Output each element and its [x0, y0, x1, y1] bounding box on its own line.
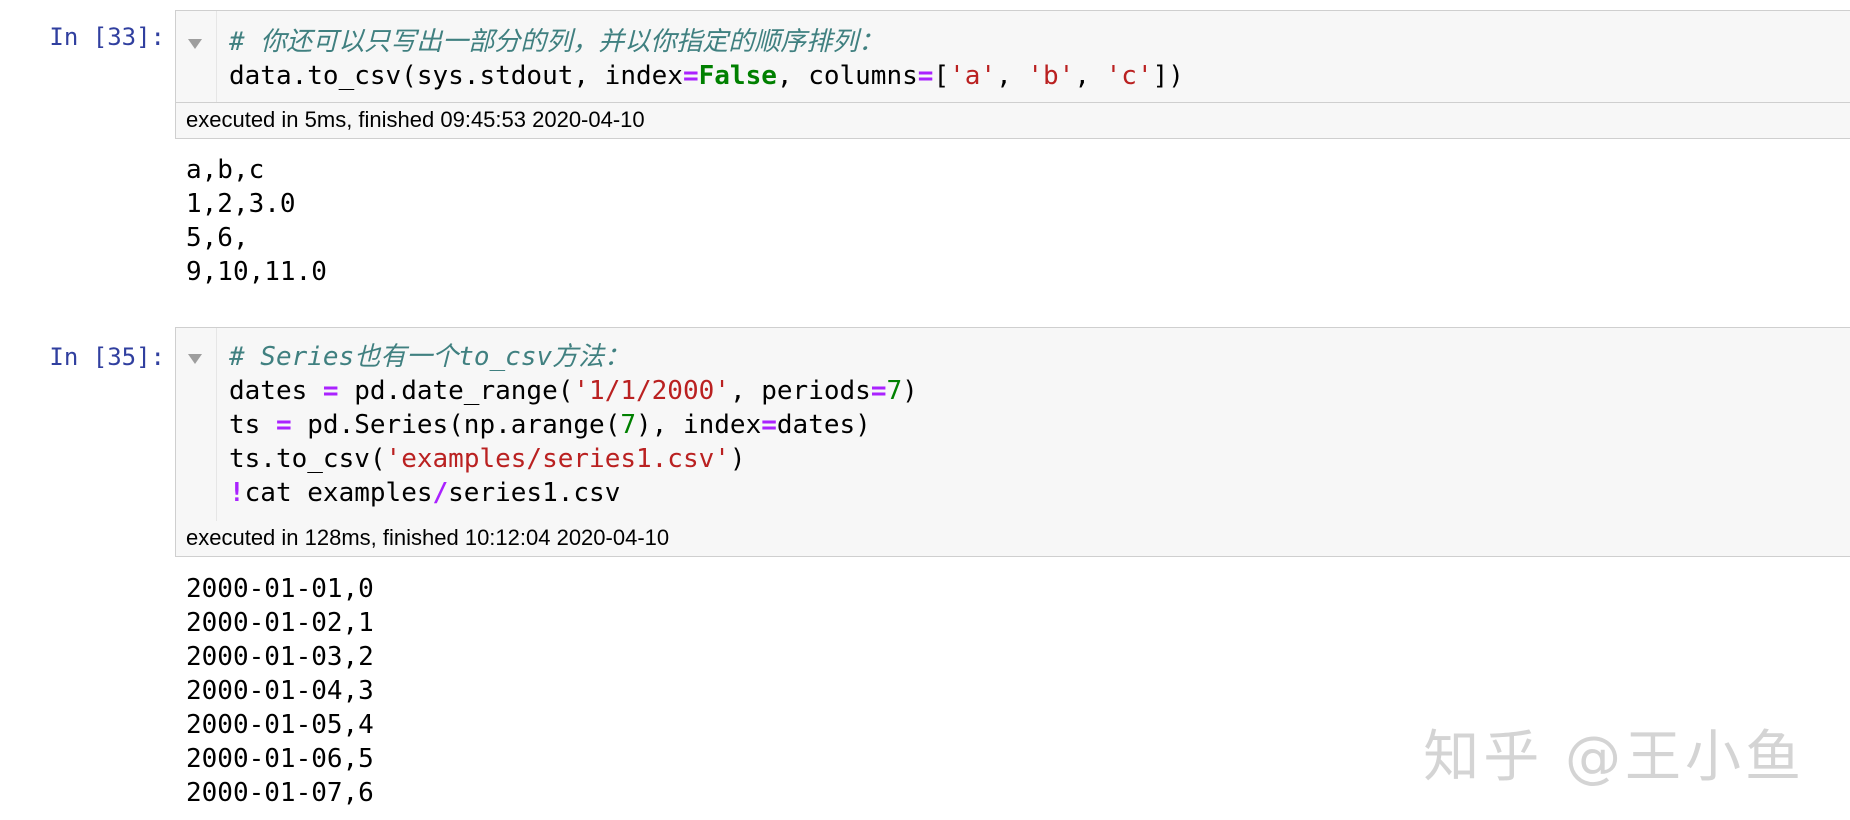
code-token: # Series也有一个to_csv方法：: [229, 342, 631, 372]
code-token: , periods: [729, 376, 871, 406]
code-token: =: [275, 410, 292, 440]
code-token: dates: [229, 376, 323, 406]
code-token: 'examples/series1.csv': [385, 444, 730, 474]
output-line: 1,2,3.0: [186, 189, 296, 219]
cell-output: a,b,c 1,2,3.0 5,6, 9,10,11.0: [186, 153, 327, 289]
code-token: ), index: [636, 410, 762, 440]
output-line: 2000-01-06,5: [186, 744, 374, 774]
code-token: cat examples: [244, 478, 433, 508]
output-line: 2000-01-04,3: [186, 676, 374, 706]
code-token: ,: [996, 61, 1028, 91]
input-prompt: In [33]:: [49, 23, 165, 51]
code-token: [: [933, 61, 950, 91]
code-token: 'c': [1105, 61, 1153, 91]
output-line: 2000-01-07,6: [186, 778, 374, 808]
code-input-area[interactable]: # 你还可以只写出一部分的列，并以你指定的顺序排列： data.to_csv(sy…: [175, 10, 1850, 103]
code-token: /: [432, 478, 449, 508]
code-token: ): [902, 376, 918, 406]
cell-output: 2000-01-01,0 2000-01-02,1 2000-01-03,2 2000…: [186, 572, 374, 810]
collapse-arrow-icon[interactable]: [188, 354, 202, 364]
code-token: dates): [776, 410, 871, 440]
code-editor[interactable]: # 你还可以只写出一部分的列，并以你指定的顺序排列： data.to_csv(sy…: [229, 25, 1184, 93]
code-token: 'b': [1027, 61, 1075, 91]
code-token: 7: [620, 410, 637, 440]
code-line: dates = pd.date_range('1/1/2000', period…: [229, 374, 918, 408]
output-line: 5,6,: [186, 223, 249, 253]
code-token: =: [682, 61, 699, 91]
output-line: 2000-01-01,0: [186, 574, 374, 604]
execution-info: executed in 128ms, finished 10:12:04 202…: [175, 521, 1850, 557]
execution-info: executed in 5ms, finished 09:45:53 2020-…: [175, 103, 1850, 139]
code-token: # 你还可以只写出一部分的列，并以你指定的顺序排列：: [229, 27, 885, 57]
code-token: 7: [886, 376, 903, 406]
code-editor[interactable]: # Series也有一个to_csv方法： dates = pd.date_ran…: [229, 340, 918, 510]
code-line: data.to_csv(sys.stdout, index=False, col…: [229, 59, 1184, 93]
code-token: pd.Series(np.arange(: [291, 410, 621, 440]
code-line: ts.to_csv('examples/series1.csv'): [229, 442, 918, 476]
code-token: !: [229, 478, 245, 508]
fold-gutter: [176, 328, 217, 521]
code-token: =: [917, 61, 934, 91]
code-token: 'a': [949, 61, 997, 91]
code-token: =: [761, 410, 777, 440]
code-line: # 你还可以只写出一部分的列，并以你指定的顺序排列：: [229, 25, 1184, 59]
input-prompt: In [35]:: [49, 343, 165, 371]
watermark: 知乎 @王小鱼: [1423, 725, 1805, 790]
code-token: data.to_csv(sys.stdout, index: [229, 61, 683, 91]
code-token: series1.csv: [448, 478, 621, 508]
code-token: ): [729, 444, 746, 474]
code-token: False: [698, 61, 777, 91]
code-line: ts = pd.Series(np.arange(7), index=dates…: [229, 408, 918, 442]
output-line: 2000-01-02,1: [186, 608, 374, 638]
code-line: !cat examples/series1.csv: [229, 476, 918, 510]
code-token: ts: [229, 410, 276, 440]
fold-gutter: [176, 11, 217, 102]
code-token: =: [322, 376, 339, 406]
output-line: 9,10,11.0: [186, 257, 327, 287]
code-token: =: [870, 376, 887, 406]
code-token: pd.date_range(: [338, 376, 574, 406]
collapse-arrow-icon[interactable]: [188, 39, 202, 49]
code-token: ts.to_csv(: [229, 444, 386, 474]
code-token: '1/1/2000': [573, 376, 730, 406]
code-input-area[interactable]: # Series也有一个to_csv方法： dates = pd.date_ran…: [175, 327, 1850, 522]
code-token: , columns: [776, 61, 918, 91]
output-line: 2000-01-03,2: [186, 642, 374, 672]
code-line: # Series也有一个to_csv方法：: [229, 340, 918, 374]
output-line: 2000-01-05,4: [186, 710, 374, 740]
code-token: ,: [1074, 61, 1106, 91]
output-line: a,b,c: [186, 155, 265, 185]
code-token: ]): [1152, 61, 1184, 91]
